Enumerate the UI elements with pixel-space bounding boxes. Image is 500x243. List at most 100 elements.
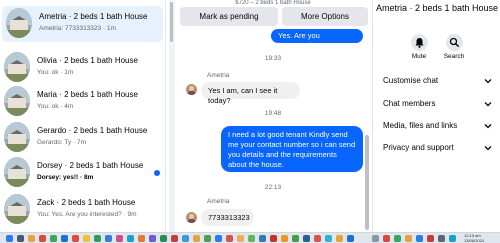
app-icon[interactable]: [105, 235, 112, 242]
clock[interactable]: 12:13 am 13/06/2024: [464, 233, 485, 243]
conversation-preview: Dorsey: yes!! · 8m: [37, 174, 94, 181]
conversation-item-olivia[interactable]: Olivia · 2 beds 1 bath House You: ok · 1…: [0, 50, 166, 86]
app-icon[interactable]: [39, 235, 46, 242]
clock-date: 13/06/2024: [464, 237, 485, 243]
mute-label: Mute: [411, 53, 427, 60]
start-icon[interactable]: [6, 235, 13, 242]
app-icon[interactable]: [237, 235, 244, 242]
conversation-item-zack[interactable]: Zack · 2 beds 1 bath House You: Yes. Are…: [0, 192, 166, 228]
app-icon[interactable]: [248, 235, 255, 242]
chat-action-bar: Mark as pending More Options: [176, 7, 370, 29]
app-icon[interactable]: [226, 235, 233, 242]
conversation-title: Ametria · 2 beds 1 bath House: [39, 12, 148, 21]
app-icon[interactable]: [204, 235, 211, 242]
app-icon[interactable]: [28, 235, 35, 242]
more-options-button[interactable]: More Options: [282, 7, 368, 26]
app-icon[interactable]: [171, 235, 178, 242]
app-icon[interactable]: [193, 235, 200, 242]
tray-icon[interactable]: [383, 235, 390, 242]
chevron-down-icon: [484, 146, 492, 151]
app-icon[interactable]: [336, 235, 343, 242]
tray-icon[interactable]: [405, 235, 412, 242]
section-title: Chat members: [383, 99, 436, 108]
message-incoming: 7733313323: [201, 209, 254, 226]
app-icon[interactable]: [303, 235, 310, 242]
app-icon[interactable]: [160, 235, 167, 242]
app-icon[interactable]: [259, 235, 266, 242]
conversation-title: Zack · 2 beds 1 bath House: [37, 198, 136, 207]
conversation-title: Olivia · 2 beds 1 bath House: [37, 56, 138, 65]
chat-panel: $720 – 2 beds 1 bath House Mark as pendi…: [176, 0, 370, 232]
app-icon[interactable]: [182, 235, 189, 242]
app-icon[interactable]: [94, 235, 101, 242]
chevron-down-icon: [484, 79, 492, 84]
search-in-conversation-button[interactable]: Search: [437, 34, 471, 60]
taskbar: 12:13 am 13/06/2024: [0, 232, 500, 243]
mute-bell-icon: [410, 34, 428, 51]
conversation-title: Maria · 2 beds 1 bath House: [37, 90, 138, 99]
message-timestamp: 19:48: [264, 110, 282, 117]
section-privacy-support[interactable]: Privacy and support: [373, 138, 500, 158]
search-taskbar-icon[interactable]: [17, 235, 24, 242]
sender-avatar: [186, 212, 197, 223]
tray-icon[interactable]: [416, 235, 423, 242]
message-timestamp: 22:13: [264, 184, 282, 191]
message-timestamp: 19:33: [264, 55, 282, 62]
conversation-preview: You: ok · 1m: [37, 69, 74, 76]
conversation-item-maria[interactable]: Maria · 2 beds 1 bath House You: ok · 4m: [0, 84, 166, 120]
scrollbar-thumb[interactable]: [170, 2, 173, 42]
avatar: [4, 52, 30, 82]
tray-icon[interactable]: [372, 235, 379, 242]
message-sender-name: Ametria: [207, 198, 230, 205]
tray-icon[interactable]: [394, 235, 401, 242]
conversation-item-dorsey[interactable]: Dorsey · 2 beds 1 bath House Dorsey: yes…: [0, 155, 166, 191]
conversation-item-gerardo[interactable]: Gerardo · 2 beds 1 bath House Gerardo: T…: [0, 120, 166, 156]
messenger-window: Ametria · 2 beds 1 bath House Ametria: 7…: [0, 0, 500, 232]
chevron-down-icon: [484, 124, 492, 129]
chevron-down-icon: [484, 102, 492, 107]
app-icon[interactable]: [61, 235, 68, 242]
app-icon[interactable]: [347, 235, 354, 242]
app-icon[interactable]: [215, 235, 222, 242]
info-panel-title: Ametria · 2 beds 1 bath House: [375, 3, 499, 13]
app-icon[interactable]: [72, 235, 79, 242]
avatar: [4, 86, 30, 116]
section-chat-members[interactable]: Chat members: [373, 94, 500, 114]
conversation-preview: Gerardo: Ty · 7m: [37, 139, 87, 146]
unread-indicator: [154, 170, 160, 176]
conversation-preview: You: ok · 4m: [37, 103, 74, 110]
section-media-files-links[interactable]: Media, files and links: [373, 116, 500, 136]
section-title: Privacy and support: [383, 143, 454, 152]
conversation-title: Dorsey · 2 beds 1 bath House: [37, 161, 144, 170]
message-outgoing: Yes. Are you interested?: [271, 29, 363, 50]
sender-avatar: [186, 84, 197, 95]
chat-scrollbar[interactable]: [365, 135, 369, 230]
mute-button[interactable]: Mute: [402, 34, 436, 60]
app-icon[interactable]: [50, 235, 57, 242]
section-customise-chat[interactable]: Customise chat: [373, 71, 500, 91]
avatar: [4, 157, 30, 187]
avatar: [4, 194, 30, 224]
app-icon[interactable]: [116, 235, 123, 242]
message-incoming: Yes I am, can I see it today?: [201, 82, 300, 105]
app-icon[interactable]: [83, 235, 90, 242]
mark-as-pending-button[interactable]: Mark as pending: [180, 7, 278, 26]
app-icon[interactable]: [325, 235, 332, 242]
conversation-preview: You: Yes. Are you interested? · 9m: [37, 211, 137, 218]
search-label: Search: [443, 53, 465, 60]
app-icon[interactable]: [270, 235, 277, 242]
app-icon[interactable]: [149, 235, 156, 242]
app-icon[interactable]: [127, 235, 134, 242]
message-sender-name: Ametria: [207, 72, 230, 79]
tray-icon[interactable]: [449, 235, 456, 242]
conversation-preview: Ametria: 7733313323 · 1m: [39, 25, 116, 32]
app-icon[interactable]: [292, 235, 299, 242]
app-icon[interactable]: [138, 235, 145, 242]
tray-icon[interactable]: [427, 235, 434, 242]
search-icon: [445, 34, 463, 51]
conversation-item-ametria[interactable]: Ametria · 2 beds 1 bath House Ametria: 7…: [2, 6, 163, 42]
tray-icon[interactable]: [438, 235, 445, 242]
conversation-title: Gerardo · 2 beds 1 bath House: [37, 126, 148, 135]
app-icon[interactable]: [314, 235, 321, 242]
app-icon[interactable]: [281, 235, 288, 242]
